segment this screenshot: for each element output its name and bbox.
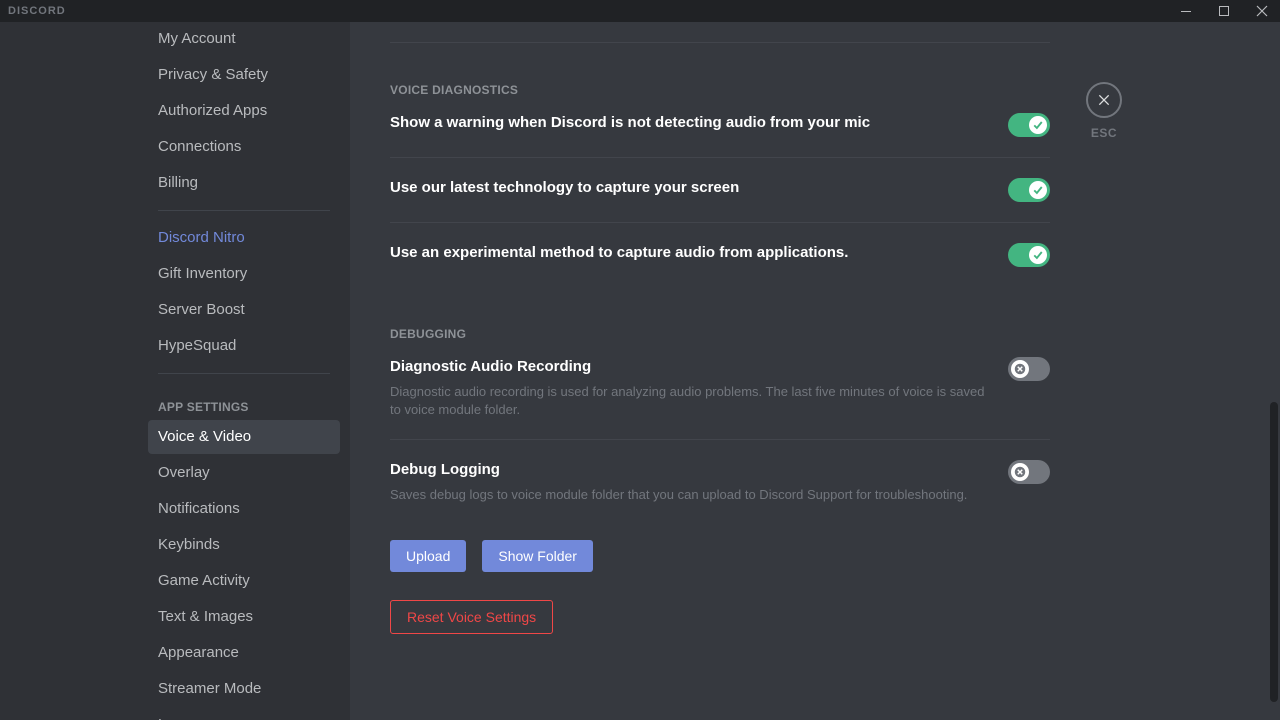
sidebar-item-game-activity[interactable]: Game Activity [148,564,340,598]
sidebar-item-appearance[interactable]: Appearance [148,636,340,670]
settings-content: ESC VOICE DIAGNOSTICS Show a warning whe… [350,22,1280,720]
maximize-icon [1218,5,1230,17]
row-title: Use our latest technology to capture you… [390,178,988,198]
sidebar-item-discord-nitro[interactable]: Discord Nitro [148,221,340,255]
sidebar-item-gift-inventory[interactable]: Gift Inventory [148,257,340,291]
row-title: Show a warning when Discord is not detec… [390,113,988,133]
voice-diagnostics-toggle-1[interactable] [1008,178,1050,202]
toggle-knob [1011,463,1029,481]
close-settings-label: ESC [1091,126,1117,140]
debugging-toggle-1[interactable] [1008,460,1050,484]
sidebar-item-text-images[interactable]: Text & Images [148,600,340,634]
row-text: Use an experimental method to capture au… [390,243,988,263]
sidebar-item-streamer-mode[interactable]: Streamer Mode [148,672,340,706]
previous-section-edge [390,30,1050,43]
sidebar-item-hypesquad[interactable]: HypeSquad [148,329,340,363]
voice-diagnostics-row: Use an experimental method to capture au… [390,243,1050,287]
sidebar-item-overlay[interactable]: Overlay [148,456,340,490]
sidebar-item-server-boost[interactable]: Server Boost [148,293,340,327]
reset-voice-settings-button[interactable]: Reset Voice Settings [390,600,553,634]
close-settings-button[interactable] [1086,82,1122,118]
maximize-button[interactable] [1212,0,1236,22]
settings-sidebar: My AccountPrivacy & SafetyAuthorized App… [0,22,350,720]
toggle-knob [1029,246,1047,264]
debugging-row: Diagnostic Audio Recording Diagnostic aud… [390,357,1050,440]
debugging-row: Debug Logging Saves debug logs to voice m… [390,460,1050,524]
voice-diagnostics-toggle-0[interactable] [1008,113,1050,137]
row-title: Diagnostic Audio Recording [390,357,988,377]
section-voice-diagnostics-title: VOICE DIAGNOSTICS [390,83,1050,97]
scrollbar-thumb[interactable] [1270,402,1278,702]
x-icon [1014,466,1026,478]
section-debugging-title: DEBUGGING [390,327,1050,341]
row-title: Use an experimental method to capture au… [390,243,988,263]
sidebar-item-billing[interactable]: Billing [148,166,340,200]
close-window-button[interactable] [1250,0,1274,22]
app-brand: DISCORD [8,5,66,17]
sidebar-item-authorized-apps[interactable]: Authorized Apps [148,94,340,128]
x-icon [1014,363,1026,375]
sidebar-group-header: APP SETTINGS [148,384,340,420]
show-folder-button[interactable]: Show Folder [482,540,593,572]
row-text: Diagnostic Audio Recording Diagnostic aud… [390,357,988,419]
row-text: Show a warning when Discord is not detec… [390,113,988,133]
toggle-knob [1011,360,1029,378]
sidebar-separator [158,210,330,211]
toggle-knob [1029,116,1047,134]
row-title: Debug Logging [390,460,988,480]
voice-diagnostics-row: Show a warning when Discord is not detec… [390,113,1050,158]
sidebar-item-keybinds[interactable]: Keybinds [148,528,340,562]
sidebar-item-voice-video[interactable]: Voice & Video [148,420,340,454]
minimize-icon [1180,5,1192,17]
close-settings: ESC [1086,82,1122,140]
titlebar: DISCORD [0,0,1280,22]
row-text: Debug Logging Saves debug logs to voice m… [390,460,988,504]
toggle-knob [1029,181,1047,199]
row-description: Diagnostic audio recording is used for a… [390,383,988,419]
debugging-toggle-0[interactable] [1008,357,1050,381]
sidebar-item-connections[interactable]: Connections [148,130,340,164]
scrollbar[interactable] [1270,22,1278,720]
minimize-button[interactable] [1174,0,1198,22]
sidebar-item-privacy-safety[interactable]: Privacy & Safety [148,58,340,92]
voice-diagnostics-toggle-2[interactable] [1008,243,1050,267]
window-controls [1174,0,1274,22]
close-icon [1256,5,1268,17]
check-icon [1032,119,1044,131]
voice-diagnostics-row: Use our latest technology to capture you… [390,178,1050,223]
check-icon [1032,249,1044,261]
sidebar-separator [158,373,330,374]
row-description: Saves debug logs to voice module folder … [390,486,988,504]
check-icon [1032,184,1044,196]
upload-button[interactable]: Upload [390,540,466,572]
sidebar-item-my-account[interactable]: My Account [148,22,340,56]
sidebar-item-notifications[interactable]: Notifications [148,492,340,526]
sidebar-item-language[interactable]: Language [148,708,340,720]
close-icon [1096,92,1112,108]
row-text: Use our latest technology to capture you… [390,178,988,198]
